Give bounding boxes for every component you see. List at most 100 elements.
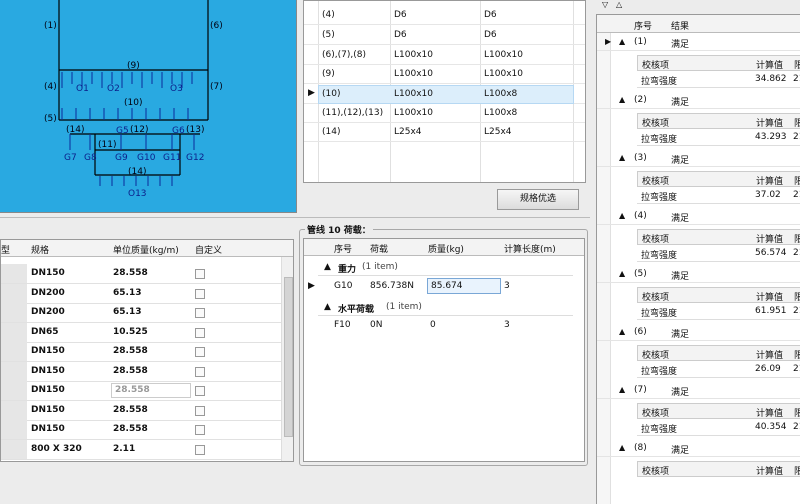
custom-checkbox[interactable] (195, 269, 205, 279)
table-row[interactable]: (11),(12),(13) L100x10 L100x8 (304, 104, 585, 123)
section-value: L100x8 (484, 108, 518, 118)
custom-checkbox[interactable] (195, 386, 205, 396)
table-row[interactable]: 800 X 320 2.11 (1, 440, 281, 460)
table-row[interactable]: (4) D6 D6 (304, 6, 585, 25)
result-group[interactable]: ▲ (6) 满足 校核项 计算值限 拉弯强度 26.09 21 (597, 323, 800, 381)
member-name: (6),(7),(8) (322, 50, 366, 60)
group-name: 水平荷载 (338, 305, 375, 315)
table-row[interactable]: DN150 28.558 (1, 381, 281, 401)
table-row[interactable]: DN150 28.558 (1, 264, 281, 284)
collapse-icon[interactable]: ▲ (619, 443, 625, 452)
row-selector-icon: ▶ (308, 281, 315, 291)
table-row[interactable]: DN150 28.558 (1, 362, 281, 382)
section-value: L100x10 (484, 69, 523, 79)
group-horizontal-load[interactable]: ▲ 水平荷载 (1 item) (318, 299, 573, 316)
collapse-icon[interactable]: ▲ (619, 37, 625, 46)
chevron-down-icon[interactable]: ▲ (324, 262, 331, 272)
table-row[interactable]: (14) L25x4 L25x4 (304, 123, 585, 142)
spec-grid-header: 型 规格 单位质量(kg/m) 自定义 (1, 240, 293, 257)
chevron-up-icon[interactable]: △ (616, 0, 622, 9)
column-header[interactable]: 质量(kg) (428, 242, 464, 255)
column-header[interactable]: 荷载 (370, 242, 388, 255)
collapse-icon[interactable]: ▲ (619, 385, 625, 394)
spec-grid[interactable]: 型 规格 单位质量(kg/m) 自定义 DN150 28.558 DN200 65.… (0, 239, 294, 462)
custom-checkbox[interactable] (195, 406, 205, 416)
custom-checkbox[interactable] (195, 328, 205, 338)
diagram-label: (7) (210, 82, 223, 92)
column-header[interactable]: 序号 (634, 19, 652, 32)
section-grid[interactable]: (4) D6 D6 (5) D6 D6 (6),(7),(8) L100x10 … (303, 0, 586, 183)
mass-cell: 65.13 (113, 288, 142, 298)
table-row-selected[interactable]: ▶ G10 856.738N 85.674 3 (304, 276, 574, 296)
result-group[interactable]: ▲ (2) 满足 校核项 计算值限 拉弯强度 43.293 21 (597, 91, 800, 149)
result-group[interactable]: ▲ (8) 满足 校核项 计算值限 (597, 439, 800, 497)
load-id: F10 (334, 320, 351, 330)
collapse-icon[interactable]: ▲ (619, 269, 625, 278)
column-header[interactable]: 计算长度(m) (504, 242, 556, 255)
frame-drawing (58, 0, 209, 186)
table-row-selected[interactable]: ▶ (10) L100x10 L100x8 (304, 85, 585, 104)
chevron-down-icon[interactable]: ▽ (602, 0, 608, 9)
custom-checkbox[interactable] (195, 289, 205, 299)
table-row[interactable]: DN150 28.558 (1, 342, 281, 362)
column-header[interactable]: 自定义 (195, 243, 222, 256)
group-number: (2) (634, 95, 647, 105)
group-result: 满足 (671, 98, 690, 108)
table-row[interactable]: DN200 65.13 (1, 303, 281, 323)
spec-optimize-button[interactable]: 规格优选 (497, 189, 579, 210)
column-header[interactable]: 序号 (334, 242, 352, 255)
results-panel[interactable]: 序号 结果 ▶▲(1)满足 校核项计算值限 拉弯强度34.86221 ▲ (2) 满… (596, 14, 800, 504)
result-group[interactable]: ▲ (4) 满足 校核项 计算值限 拉弯强度 56.574 21 (597, 207, 800, 265)
load-grid-header: 序号 荷载 质量(kg) 计算长度(m) (304, 239, 584, 256)
custom-checkbox[interactable] (195, 367, 205, 377)
table-row[interactable]: (6),(7),(8) L100x10 L100x10 (304, 46, 585, 65)
mass-cell: 28.558 (113, 366, 148, 376)
vertical-scrollbar[interactable] (281, 257, 293, 461)
column-header[interactable]: 结果 (671, 19, 689, 32)
sub-header: 校核项 (642, 467, 670, 477)
table-row[interactable]: DN200 65.13 (1, 284, 281, 304)
structure-diagram[interactable]: (1) (6) (9) (4) (7) O1 O2 O3 (10) (5) (1… (0, 0, 297, 213)
collapse-icon[interactable]: ▲ (619, 153, 625, 162)
result-group[interactable]: ▲ (3) 满足 校核项 计算值限 拉弯强度 37.02 21 (597, 149, 800, 207)
column-header[interactable]: 规格 (31, 243, 49, 256)
custom-checkbox[interactable] (195, 308, 205, 318)
group-number: (6) (634, 327, 647, 337)
mass-cell: 0 (430, 320, 436, 330)
scrollbar-thumb[interactable] (284, 277, 293, 437)
table-row[interactable]: DN150 28.558 (1, 420, 281, 440)
sub-header: 校核项 (642, 235, 670, 245)
diagram-label: G11 (163, 153, 182, 163)
custom-checkbox[interactable] (195, 425, 205, 435)
table-row[interactable]: (5) D6 D6 (304, 26, 585, 45)
custom-checkbox[interactable] (195, 347, 205, 357)
sub-header: 限 (794, 290, 800, 303)
mass-cell: 28.558 (113, 424, 148, 434)
chevron-down-icon[interactable]: ▲ (324, 302, 331, 312)
diagram-label: G8 (84, 153, 97, 163)
table-row[interactable]: DN150 28.558 (1, 401, 281, 421)
section-value: L100x8 (484, 89, 518, 99)
mass-edit-field[interactable]: 85.674 (427, 278, 501, 294)
collapse-icon[interactable]: ▲ (619, 211, 625, 220)
group-number: (7) (634, 385, 647, 395)
group-gravity[interactable]: ▲ 重力 (1 item) (318, 259, 573, 276)
table-row[interactable]: (9) L100x10 L100x10 (304, 65, 585, 84)
mass-edit-field[interactable]: 28.558 (111, 383, 191, 398)
sub-header: 限 (794, 58, 800, 71)
table-row[interactable]: DN65 10.525 (1, 323, 281, 343)
table-row[interactable]: F10 0N 0 3 (304, 315, 574, 335)
group-result: 满足 (671, 330, 690, 340)
column-header[interactable]: 单位质量(kg/m) (113, 243, 179, 256)
section-value: L100x10 (394, 50, 433, 60)
section-value: D6 (394, 30, 407, 40)
collapse-icon[interactable]: ▲ (619, 327, 625, 336)
result-group[interactable]: ▲ (5) 满足 校核项 计算值限 拉弯强度 61.951 21 (597, 265, 800, 323)
custom-checkbox[interactable] (195, 445, 205, 455)
collapse-icon[interactable]: ▲ (619, 95, 625, 104)
result-group[interactable]: ▶ ▲ (1) 满足 校核项 计算值限 拉弯强度 34.862 21 (597, 33, 800, 91)
diagram-label: (5) (44, 114, 57, 124)
column-header[interactable]: 型 (1, 243, 10, 256)
result-group[interactable]: ▲ (7) 满足 校核项 计算值限 拉弯强度 40.354 21 (597, 381, 800, 439)
load-grid[interactable]: 序号 荷载 质量(kg) 计算长度(m) ▲ 重力 (1 item) ▶ G10… (303, 238, 585, 462)
